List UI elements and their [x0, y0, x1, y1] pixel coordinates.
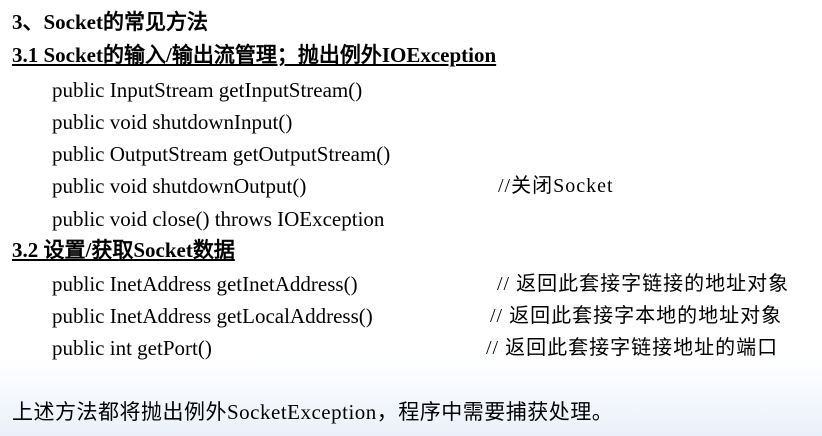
comment-get-local-address: // 返回此套接字本地的地址对象 [490, 305, 783, 327]
section-heading-data: 3.2 设置/获取Socket数据 [12, 238, 235, 262]
method-shutdown-input: public void shutdownInput() [52, 110, 293, 134]
comment-get-port: // 返回此套接字链接地址的端口 [486, 337, 779, 359]
comment-shutdown-output: //关闭Socket [498, 175, 614, 197]
page-title: 3、Socket的常见方法 [12, 10, 208, 34]
method-get-inet-address: public InetAddress getInetAddress() [52, 272, 358, 296]
comment-get-inet-address: // 返回此套接字链接的地址对象 [497, 273, 790, 295]
method-shutdown-output: public void shutdownOutput() [52, 174, 307, 198]
method-get-output-stream: public OutputStream getOutputStream() [52, 142, 391, 166]
method-get-port: public int getPort() [52, 336, 212, 360]
method-get-input-stream: public InputStream getInputStream() [52, 78, 363, 102]
method-get-local-address: public InetAddress getLocalAddress() [52, 304, 373, 328]
footer-note: 上述方法都将抛出例外SocketException，程序中需要捕获处理。 [12, 400, 614, 424]
section-heading-io: 3.1 Socket的输入/输出流管理；抛出例外IOException [12, 43, 497, 67]
method-close: public void close() throws IOException [52, 207, 385, 231]
slide: 3、Socket的常见方法 3.1 Socket的输入/输出流管理；抛出例外IO… [0, 0, 822, 436]
